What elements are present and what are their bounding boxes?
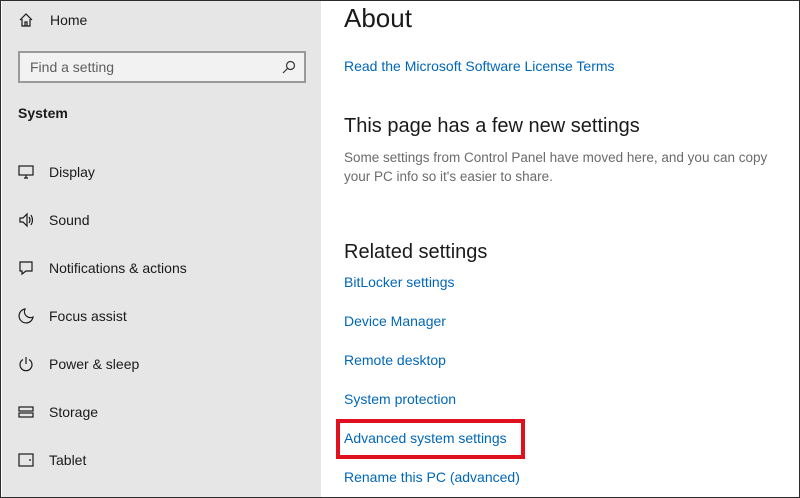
new-settings-description: Some settings from Control Panel have mo… <box>344 150 768 184</box>
sidebar-item-notifications[interactable]: Notifications & actions <box>2 248 321 288</box>
sidebar-item-label: Display <box>49 164 95 180</box>
related-settings-heading: Related settings <box>344 241 488 263</box>
bitlocker-settings-link[interactable]: BitLocker settings <box>344 274 455 290</box>
moon-icon <box>18 308 34 324</box>
page-title: About <box>344 3 412 33</box>
sidebar-item-sound[interactable]: Sound <box>2 200 321 240</box>
system-protection-link[interactable]: System protection <box>344 391 456 407</box>
highlight-box <box>336 419 525 459</box>
sidebar-item-power-sleep[interactable]: Power & sleep <box>2 344 321 384</box>
sidebar: Home System Display Sound Notifica <box>2 1 321 497</box>
power-icon <box>18 356 34 372</box>
sidebar-item-label: Notifications & actions <box>49 260 187 276</box>
remote-desktop-link[interactable]: Remote desktop <box>344 352 446 368</box>
sidebar-item-label: Tablet <box>49 452 87 468</box>
section-title: System <box>18 105 68 121</box>
license-terms-link[interactable]: Read the Microsoft Software License Term… <box>344 58 615 74</box>
home-nav-item[interactable]: Home <box>18 7 87 33</box>
search-box[interactable] <box>18 51 306 83</box>
sidebar-item-focus-assist[interactable]: Focus assist <box>2 296 321 336</box>
storage-icon <box>18 404 34 420</box>
sidebar-item-label: Sound <box>49 212 90 228</box>
search-input[interactable] <box>30 59 282 75</box>
home-label: Home <box>50 12 88 28</box>
device-manager-link[interactable]: Device Manager <box>344 313 446 329</box>
settings-window: Home System Display Sound Notifica <box>0 0 800 498</box>
speaker-icon <box>18 212 34 228</box>
search-icon[interactable] <box>282 60 296 74</box>
tablet-icon <box>18 452 34 468</box>
sidebar-item-label: Power & sleep <box>49 356 140 372</box>
rename-pc-link[interactable]: Rename this PC (advanced) <box>344 469 520 485</box>
sidebar-item-storage[interactable]: Storage <box>2 392 321 432</box>
sidebar-item-display[interactable]: Display <box>2 152 321 192</box>
sidebar-item-label: Focus assist <box>49 308 127 324</box>
home-icon <box>19 13 33 27</box>
sidebar-item-tablet[interactable]: Tablet <box>2 440 321 480</box>
notification-icon <box>18 260 34 276</box>
new-settings-heading: This page has a few new settings <box>344 115 640 137</box>
monitor-icon <box>18 164 34 180</box>
sidebar-item-label: Storage <box>49 404 99 420</box>
